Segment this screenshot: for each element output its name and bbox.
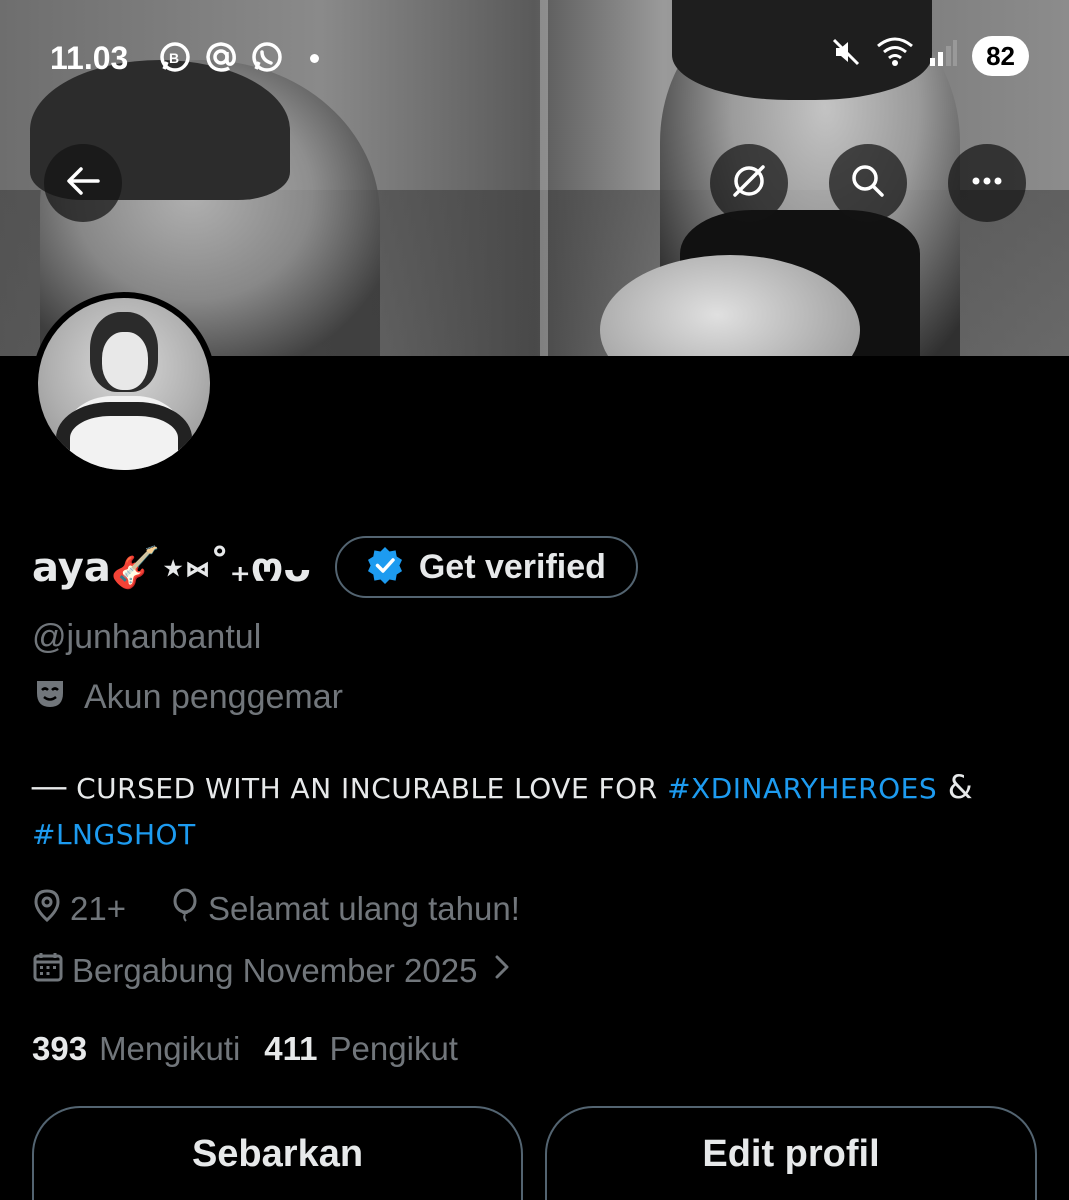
- joined-text: Bergabung November 2025: [72, 952, 478, 989]
- account-category-label: Akun penggemar: [84, 678, 343, 716]
- svg-text:B: B: [169, 50, 179, 66]
- back-button[interactable]: [44, 144, 122, 222]
- get-verified-label: Get verified: [418, 547, 606, 586]
- at-icon: [204, 40, 238, 74]
- location-text: 21+: [70, 890, 126, 927]
- whatsapp-icon: [250, 40, 284, 74]
- chevron-right-icon: [491, 952, 513, 990]
- grok-button[interactable]: [710, 144, 788, 222]
- user-handle: @junhanbantul: [32, 618, 262, 656]
- following-link[interactable]: 393 Mengikuti: [32, 1030, 240, 1068]
- name-row: aya🎸⋆⑅˚₊ოᴗ Get verified: [32, 534, 638, 600]
- signal-icon: [928, 36, 958, 76]
- location-icon: [32, 888, 62, 930]
- whatsapp-business-icon: B: [158, 40, 192, 74]
- account-category: Akun penggemar: [32, 675, 343, 720]
- bio-hashtag-xdinaryheroes[interactable]: #XDINARYHEROES: [667, 772, 937, 805]
- search-button[interactable]: [829, 144, 907, 222]
- follow-stats: 393 Mengikuti 411 Pengikut: [32, 1030, 458, 1068]
- following-label: Mengikuti: [99, 1030, 241, 1067]
- search-icon: [848, 161, 888, 206]
- share-profile-button[interactable]: Sebarkan: [32, 1106, 523, 1200]
- following-count: 393: [32, 1030, 88, 1067]
- followers-label: Pengikut: [329, 1030, 458, 1067]
- status-time: 11.03: [50, 40, 129, 76]
- more-icon: [967, 161, 1007, 206]
- display-name: aya🎸⋆⑅˚₊ოᴗ: [32, 544, 311, 591]
- grok-icon: [729, 161, 769, 206]
- bio-hashtag-lngshot[interactable]: #LNGSHOT: [32, 818, 196, 851]
- followers-count: 411: [264, 1030, 318, 1067]
- balloon-icon: [170, 888, 200, 930]
- followers-link[interactable]: 411 Pengikut: [264, 1030, 458, 1068]
- profile-meta-row: 21+ Selamat ulang tahun!: [32, 888, 520, 930]
- notification-dot: [310, 54, 319, 63]
- joined-row[interactable]: Bergabung November 2025: [32, 950, 513, 992]
- bio-ampersand: &: [937, 768, 974, 806]
- battery-indicator: 82: [972, 36, 1029, 76]
- profile-avatar[interactable]: [32, 292, 216, 476]
- more-button[interactable]: [948, 144, 1026, 222]
- theater-mask-icon: [32, 675, 68, 720]
- avatar-photo: [38, 298, 210, 470]
- calendar-icon: [32, 950, 64, 992]
- profile-bio: ── CURSED WITH AN INCURABLE LOVE FOR #XD…: [32, 764, 1042, 858]
- back-arrow-icon: [64, 162, 102, 205]
- edit-profile-button[interactable]: Edit profil: [545, 1106, 1037, 1200]
- mute-icon: [830, 36, 862, 76]
- verified-badge-icon: [365, 545, 405, 590]
- get-verified-button[interactable]: Get verified: [334, 536, 638, 598]
- birthday-text: Selamat ulang tahun!: [207, 890, 520, 927]
- wifi-icon: [876, 36, 914, 76]
- bio-text: ── CURSED WITH AN INCURABLE LOVE FOR: [32, 772, 668, 805]
- status-bar: 11.03 B 82: [0, 30, 1069, 86]
